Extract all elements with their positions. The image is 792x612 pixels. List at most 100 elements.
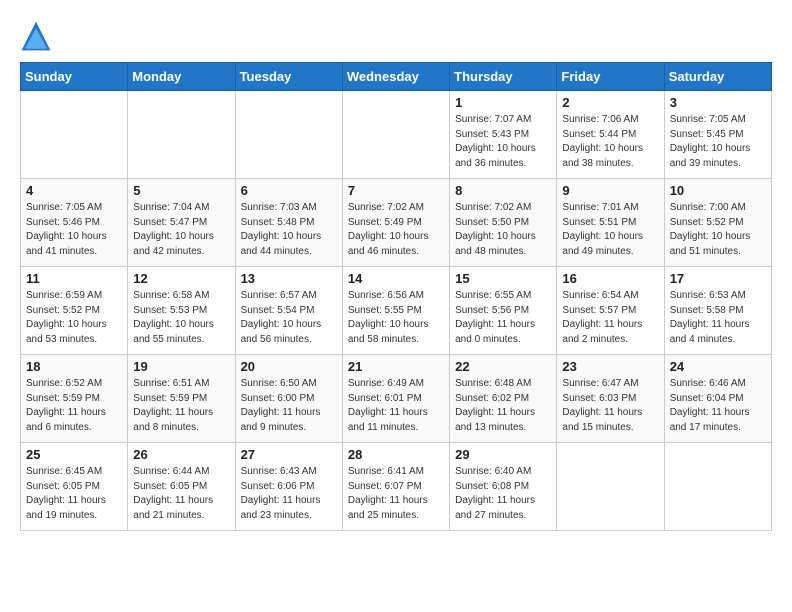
- day-number: 17: [670, 271, 766, 286]
- calendar-cell: 7Sunrise: 7:02 AM Sunset: 5:49 PM Daylig…: [342, 179, 449, 267]
- header-row: SundayMondayTuesdayWednesdayThursdayFrid…: [21, 63, 772, 91]
- calendar-cell: 2 Sunrise: 7:06 AM Sunset: 5:44 PM Daylig…: [557, 91, 664, 179]
- day-number: 19: [133, 359, 229, 374]
- day-number: 14: [348, 271, 444, 286]
- day-number: 21: [348, 359, 444, 374]
- cell-info: Sunrise: 6:43 AM Sunset: 6:06 PM Dayligh…: [241, 465, 337, 523]
- calendar-cell: 13 Sunrise: 6:57 AM Sunset: 5:54 PM Dayli…: [235, 267, 342, 355]
- cell-info: Sunrise: 6:45 AM Sunset: 6:05 PM Dayligh…: [26, 465, 122, 523]
- day-number: 4: [26, 183, 122, 198]
- day-number: 20: [241, 359, 337, 374]
- cell-info: Sunrise: 6:49 AM Sunset: 6:01 PM Dayligh…: [348, 377, 444, 435]
- cell-info: Sunrise: 6:55 AM Sunset: 5:56 PM Dayligh…: [455, 289, 551, 347]
- cell-info: Sunrise: 6:57 AM Sunset: 5:54 PM Dayligh…: [241, 289, 337, 347]
- calendar-cell: 12 Sunrise: 6:58 AM Sunset: 5:53 PM Dayli…: [128, 267, 235, 355]
- calendar-cell: 11Sunrise: 6:59 AM Sunset: 5:52 PM Dayli…: [21, 267, 128, 355]
- header-cell-friday: Friday: [557, 63, 664, 91]
- page-header: [20, 20, 772, 52]
- calendar-cell: 17Sunrise: 6:53 AM Sunset: 5:58 PM Dayli…: [664, 267, 771, 355]
- day-number: 13: [241, 271, 337, 286]
- day-number: 9: [562, 183, 658, 198]
- day-number: 11: [26, 271, 122, 286]
- cell-info: Sunrise: 6:51 AM Sunset: 5:59 PM Dayligh…: [133, 377, 229, 435]
- calendar-cell: 25 Sunrise: 6:45 AM Sunset: 6:05 PM Dayli…: [21, 443, 128, 531]
- day-number: 27: [241, 447, 337, 462]
- day-number: 8: [455, 183, 551, 198]
- week-row-1: 4 Sunrise: 7:05 AM Sunset: 5:46 PM Daylig…: [21, 179, 772, 267]
- day-number: 12: [133, 271, 229, 286]
- day-number: 2: [562, 95, 658, 110]
- cell-info: Sunrise: 6:40 AM Sunset: 6:08 PM Dayligh…: [455, 465, 551, 523]
- day-number: 16: [562, 271, 658, 286]
- calendar-cell: 26 Sunrise: 6:44 AM Sunset: 6:05 PM Dayli…: [128, 443, 235, 531]
- calendar-cell: 1 Sunrise: 7:07 AM Sunset: 5:43 PM Daylig…: [450, 91, 557, 179]
- calendar-cell: 24 Sunrise: 6:46 AM Sunset: 6:04 PM Dayli…: [664, 355, 771, 443]
- cell-info: Sunrise: 7:07 AM Sunset: 5:43 PM Dayligh…: [455, 113, 551, 171]
- header-cell-wednesday: Wednesday: [342, 63, 449, 91]
- day-number: 10: [670, 183, 766, 198]
- cell-info: Sunrise: 7:02 AM Sunset: 5:50 PM Dayligh…: [455, 201, 551, 259]
- cell-info: Sunrise: 6:52 AM Sunset: 5:59 PM Dayligh…: [26, 377, 122, 435]
- calendar-table: SundayMondayTuesdayWednesdayThursdayFrid…: [20, 62, 772, 531]
- cell-info: Sunrise: 7:00 AM Sunset: 5:52 PM Dayligh…: [670, 201, 766, 259]
- calendar-cell: 21 Sunrise: 6:49 AM Sunset: 6:01 PM Dayli…: [342, 355, 449, 443]
- day-number: 7: [348, 183, 444, 198]
- calendar-cell: 6 Sunrise: 7:03 AM Sunset: 5:48 PM Daylig…: [235, 179, 342, 267]
- header-cell-monday: Monday: [128, 63, 235, 91]
- cell-info: Sunrise: 6:48 AM Sunset: 6:02 PM Dayligh…: [455, 377, 551, 435]
- header-cell-thursday: Thursday: [450, 63, 557, 91]
- calendar-cell: 22 Sunrise: 6:48 AM Sunset: 6:02 PM Dayli…: [450, 355, 557, 443]
- calendar-header: SundayMondayTuesdayWednesdayThursdayFrid…: [21, 63, 772, 91]
- cell-info: Sunrise: 7:04 AM Sunset: 5:47 PM Dayligh…: [133, 201, 229, 259]
- calendar-cell: [664, 443, 771, 531]
- cell-info: Sunrise: 6:58 AM Sunset: 5:53 PM Dayligh…: [133, 289, 229, 347]
- cell-info: Sunrise: 6:44 AM Sunset: 6:05 PM Dayligh…: [133, 465, 229, 523]
- calendar-cell: 3 Sunrise: 7:05 AM Sunset: 5:45 PM Daylig…: [664, 91, 771, 179]
- day-number: 1: [455, 95, 551, 110]
- calendar-cell: 23 Sunrise: 6:47 AM Sunset: 6:03 PM Dayli…: [557, 355, 664, 443]
- header-cell-saturday: Saturday: [664, 63, 771, 91]
- calendar-cell: 15 Sunrise: 6:55 AM Sunset: 5:56 PM Dayli…: [450, 267, 557, 355]
- cell-info: Sunrise: 7:03 AM Sunset: 5:48 PM Dayligh…: [241, 201, 337, 259]
- day-number: 15: [455, 271, 551, 286]
- day-number: 5: [133, 183, 229, 198]
- cell-info: Sunrise: 7:01 AM Sunset: 5:51 PM Dayligh…: [562, 201, 658, 259]
- week-row-2: 11Sunrise: 6:59 AM Sunset: 5:52 PM Dayli…: [21, 267, 772, 355]
- calendar-body: 1 Sunrise: 7:07 AM Sunset: 5:43 PM Daylig…: [21, 91, 772, 531]
- day-number: 26: [133, 447, 229, 462]
- calendar-cell: 29 Sunrise: 6:40 AM Sunset: 6:08 PM Dayli…: [450, 443, 557, 531]
- calendar-cell: 8 Sunrise: 7:02 AM Sunset: 5:50 PM Daylig…: [450, 179, 557, 267]
- logo-icon: [20, 20, 52, 52]
- week-row-0: 1 Sunrise: 7:07 AM Sunset: 5:43 PM Daylig…: [21, 91, 772, 179]
- calendar-cell: 14Sunrise: 6:56 AM Sunset: 5:55 PM Dayli…: [342, 267, 449, 355]
- day-number: 24: [670, 359, 766, 374]
- cell-info: Sunrise: 6:46 AM Sunset: 6:04 PM Dayligh…: [670, 377, 766, 435]
- calendar-cell: [21, 91, 128, 179]
- day-number: 28: [348, 447, 444, 462]
- calendar-cell: [235, 91, 342, 179]
- header-cell-tuesday: Tuesday: [235, 63, 342, 91]
- week-row-3: 18 Sunrise: 6:52 AM Sunset: 5:59 PM Dayli…: [21, 355, 772, 443]
- day-number: 29: [455, 447, 551, 462]
- calendar-cell: 27 Sunrise: 6:43 AM Sunset: 6:06 PM Dayli…: [235, 443, 342, 531]
- cell-info: Sunrise: 6:47 AM Sunset: 6:03 PM Dayligh…: [562, 377, 658, 435]
- calendar-cell: 18 Sunrise: 6:52 AM Sunset: 5:59 PM Dayli…: [21, 355, 128, 443]
- day-number: 23: [562, 359, 658, 374]
- cell-info: Sunrise: 7:05 AM Sunset: 5:45 PM Dayligh…: [670, 113, 766, 171]
- calendar-cell: 9 Sunrise: 7:01 AM Sunset: 5:51 PM Daylig…: [557, 179, 664, 267]
- header-cell-sunday: Sunday: [21, 63, 128, 91]
- day-number: 18: [26, 359, 122, 374]
- day-number: 25: [26, 447, 122, 462]
- week-row-4: 25 Sunrise: 6:45 AM Sunset: 6:05 PM Dayli…: [21, 443, 772, 531]
- day-number: 6: [241, 183, 337, 198]
- cell-info: Sunrise: 6:50 AM Sunset: 6:00 PM Dayligh…: [241, 377, 337, 435]
- day-number: 3: [670, 95, 766, 110]
- calendar-cell: 16Sunrise: 6:54 AM Sunset: 5:57 PM Dayli…: [557, 267, 664, 355]
- day-number: 22: [455, 359, 551, 374]
- logo: [20, 20, 56, 52]
- calendar-cell: 10 Sunrise: 7:00 AM Sunset: 5:52 PM Dayli…: [664, 179, 771, 267]
- cell-info: Sunrise: 7:06 AM Sunset: 5:44 PM Dayligh…: [562, 113, 658, 171]
- cell-info: Sunrise: 7:05 AM Sunset: 5:46 PM Dayligh…: [26, 201, 122, 259]
- calendar-cell: 5 Sunrise: 7:04 AM Sunset: 5:47 PM Daylig…: [128, 179, 235, 267]
- calendar-cell: [557, 443, 664, 531]
